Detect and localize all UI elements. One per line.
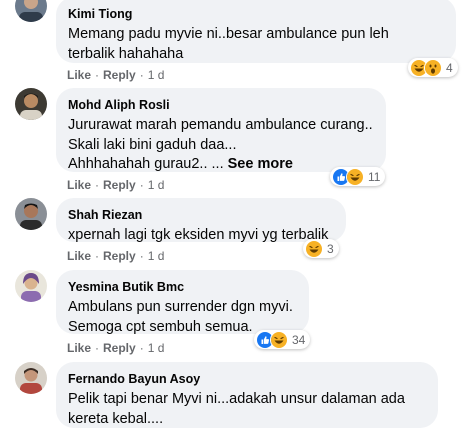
comment-actions: Like · Reply · 1 d — [67, 341, 165, 355]
like-link[interactable]: Like — [67, 178, 91, 192]
comment-bubble: Shah Riezan xpernah lagi tgk eksiden myv… — [56, 198, 346, 243]
reaction-count: 4 — [446, 60, 453, 75]
laugh-icon — [270, 330, 288, 349]
comment-text-body: Jururawat marah pemandu ambulance curang… — [68, 117, 373, 172]
comment-author[interactable]: Shah Riezan — [68, 207, 334, 223]
like-link[interactable]: Like — [67, 68, 91, 82]
reaction-count: 11 — [368, 169, 381, 184]
timestamp[interactable]: 1 d — [148, 249, 165, 263]
comment-actions: Like · Reply · 1 d — [67, 178, 165, 192]
like-link[interactable]: Like — [67, 249, 91, 263]
avatar[interactable] — [15, 270, 47, 302]
comment-author[interactable]: Yesmina Butik Bmc — [68, 279, 297, 295]
avatar[interactable] — [15, 198, 47, 230]
reaction-count: 34 — [292, 332, 306, 347]
comment-text: Pelik tapi benar Myvi ni...adakah unsur … — [68, 391, 405, 427]
reaction-count: 3 — [327, 241, 334, 256]
reply-link[interactable]: Reply — [103, 178, 136, 192]
comment-text: Jururawat marah pemandu ambulance curang… — [68, 116, 374, 175]
reply-link[interactable]: Reply — [103, 249, 136, 263]
reaction-summary[interactable]: 34 — [254, 330, 311, 349]
reply-link[interactable]: Reply — [103, 68, 136, 82]
comment-actions: Like · Reply · 1 d — [67, 68, 165, 82]
see-more-link[interactable]: See more — [228, 156, 293, 172]
comment-text: xpernah lagi tgk eksiden myvi yg terbali… — [68, 227, 329, 243]
avatar[interactable] — [15, 362, 47, 394]
avatar[interactable] — [15, 0, 47, 22]
timestamp[interactable]: 1 d — [148, 178, 165, 192]
reaction-summary[interactable]: 3 — [303, 239, 339, 258]
comment-author[interactable]: Kimi Tiong — [68, 6, 444, 22]
comment-bubble: Fernando Bayun Asoy Pelik tapi benar Myv… — [56, 362, 438, 428]
timestamp[interactable]: 1 d — [148, 341, 165, 355]
wow-icon — [424, 58, 442, 77]
like-link[interactable]: Like — [67, 341, 91, 355]
laugh-icon — [346, 167, 364, 186]
avatar[interactable] — [15, 88, 47, 120]
reply-link[interactable]: Reply — [103, 341, 136, 355]
comments-section: Kimi Tiong Memang padu myvie ni..besar a… — [0, 0, 475, 437]
reaction-summary[interactable]: 4 — [408, 58, 458, 77]
comment-bubble: Yesmina Butik Bmc Ambulans pun surrender… — [56, 270, 309, 335]
comment-author[interactable]: Fernando Bayun Asoy — [68, 371, 426, 387]
comment-actions: Like · Reply · 1 d — [67, 249, 165, 263]
comment-bubble: Mohd Aliph Rosli Jururawat marah pemandu… — [56, 88, 386, 172]
comment-bubble: Kimi Tiong Memang padu myvie ni..besar a… — [56, 0, 456, 63]
comment-text: Memang padu myvie ni..besar ambulance pu… — [68, 26, 389, 62]
timestamp[interactable]: 1 d — [148, 68, 165, 82]
laugh-icon — [305, 239, 323, 258]
reaction-summary[interactable]: 11 — [330, 167, 386, 186]
comment-author[interactable]: Mohd Aliph Rosli — [68, 97, 374, 113]
